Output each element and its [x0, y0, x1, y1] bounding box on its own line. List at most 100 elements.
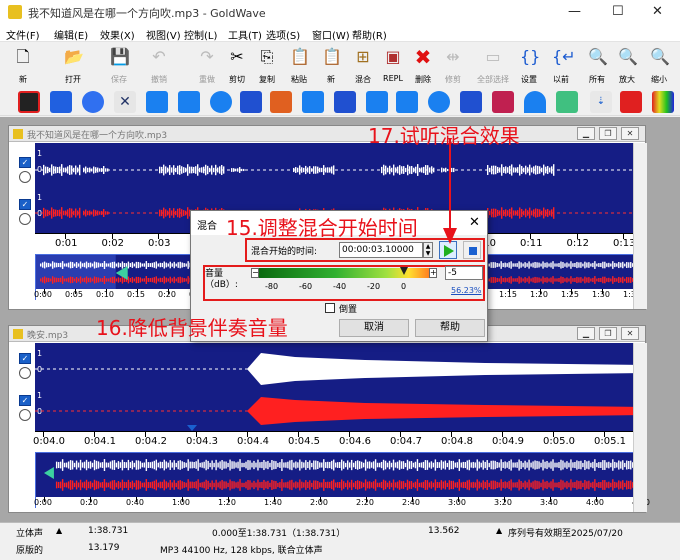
- dropdown-icon[interactable]: ▲: [56, 526, 62, 535]
- start-time-spinner[interactable]: ▲ ▼: [423, 242, 433, 258]
- arrow-left-icon[interactable]: [396, 91, 418, 113]
- window-title: 我不知道风是在哪一个方向吹.mp3 - GoldWave: [28, 7, 266, 20]
- ruler-label: 0:05.0: [543, 436, 575, 447]
- scale-tick-label: -40: [333, 282, 347, 291]
- ruler-label: 1:25: [561, 290, 579, 299]
- doc2-overview-wave: [43, 459, 646, 491]
- play-icon: [444, 245, 454, 257]
- spectrum-icon[interactable]: [524, 91, 546, 113]
- ruler-label: 0:20: [158, 290, 176, 299]
- cross-icon[interactable]: ✕: [114, 91, 136, 113]
- color-wheel-icon[interactable]: [270, 91, 292, 113]
- vertical-arrows-icon[interactable]: [428, 91, 450, 113]
- doc2-restore-button[interactable]: ❐: [599, 327, 617, 340]
- menu-file[interactable]: 文件(F): [6, 27, 40, 42]
- volume-increase-button[interactable]: +: [429, 268, 437, 278]
- menu-window[interactable]: 窗口(W): [312, 27, 350, 42]
- ruler-label: 0:11: [520, 238, 543, 249]
- right-channel-radio[interactable]: [19, 409, 31, 421]
- replace-icon: ▣: [385, 47, 401, 66]
- noise-reduce-icon[interactable]: [620, 91, 642, 113]
- start-time-input[interactable]: [339, 242, 423, 258]
- ruler-label: 1:20: [218, 498, 236, 507]
- open-button[interactable]: 📂 打开: [58, 44, 88, 86]
- doc1-minimize-button[interactable]: ▁: [577, 127, 595, 140]
- right-channel-checkbox[interactable]: ✓: [19, 395, 31, 406]
- ruler-label: 0:03: [148, 238, 171, 249]
- volume-decrease-button[interactable]: −: [251, 268, 259, 278]
- undo-button[interactable]: ↶ 撤销: [144, 44, 174, 86]
- right-channel-radio[interactable]: [19, 213, 31, 225]
- doc1-scrollbar[interactable]: [633, 143, 647, 309]
- maximize-icon[interactable]: ☐: [612, 4, 624, 19]
- equalizer-icon[interactable]: [460, 91, 482, 113]
- dropdown-icon[interactable]: ▲: [496, 526, 502, 535]
- doc2-title: 晚安.mp3: [27, 331, 69, 341]
- document-window-2[interactable]: 晚安.mp3 ▁ ❐ ✕ ✓ ✓ 1 0 1 0 0:04.0 0:04.1 0…: [8, 325, 650, 513]
- stop-preview-button[interactable]: [463, 241, 481, 259]
- new-button[interactable]: 🗋 新: [8, 44, 38, 86]
- trim-button[interactable]: ⇹ 修剪: [438, 44, 468, 86]
- volume-db-input[interactable]: [445, 266, 483, 280]
- menu-help[interactable]: 帮助(R): [352, 27, 387, 42]
- expand-icon[interactable]: [50, 91, 72, 113]
- gradient-icon[interactable]: [556, 91, 578, 113]
- help-button[interactable]: 帮助: [415, 319, 485, 337]
- cancel-button[interactable]: 取消: [339, 319, 409, 337]
- volume-slider[interactable]: [259, 267, 429, 278]
- pitch-icon[interactable]: [178, 91, 200, 113]
- marker-icon[interactable]: [187, 425, 197, 431]
- save-button[interactable]: 💾 保存: [104, 44, 134, 86]
- status-registration: 序列号有效期至2025/07/20: [508, 529, 623, 539]
- volume-percent-link[interactable]: 56.23%: [451, 286, 482, 295]
- menu-control[interactable]: 控制(L): [184, 27, 217, 42]
- minimize-icon[interactable]: —: [568, 4, 581, 19]
- doc1-restore-button[interactable]: ❐: [599, 127, 617, 140]
- ruler-label: 0:12: [566, 238, 589, 249]
- stop-effect-icon[interactable]: [18, 91, 40, 113]
- doc2-overview[interactable]: 0:00 0:20 0:40 1:00 1:20 1:40 2:00 2:20 2:40 3:00…: [34, 452, 650, 508]
- ruler-label: 0:04.0: [33, 436, 65, 447]
- reverb-icon[interactable]: [210, 91, 232, 113]
- reverse-label: 倒置: [339, 305, 358, 315]
- gear-effect-icon[interactable]: [240, 91, 262, 113]
- split-icon[interactable]: ⇣: [590, 91, 612, 113]
- ruler-label: 4:00: [586, 498, 604, 507]
- left-channel-radio[interactable]: [19, 367, 31, 379]
- ruler-label: 0:05.1: [594, 436, 626, 447]
- sphere-icon[interactable]: [82, 91, 104, 113]
- bars-icon[interactable]: [492, 91, 514, 113]
- status-channel: 立体声: [16, 529, 44, 539]
- menu-options[interactable]: 选项(S): [266, 27, 300, 42]
- doc2-waveform[interactable]: 1 0 1 0: [35, 343, 647, 431]
- doc2-scrollbar[interactable]: [633, 343, 647, 512]
- rainbow-icon[interactable]: [652, 91, 674, 113]
- right-channel-checkbox[interactable]: ✓: [19, 199, 31, 210]
- menu-bar: 文件(F) 编辑(E) 效果(X) 视图(V) 控制(L) 工具(T) 选项(S…: [0, 24, 680, 42]
- menu-effects[interactable]: 效果(X): [100, 27, 135, 42]
- menu-tools[interactable]: 工具(T): [228, 27, 262, 42]
- select-all-icon: ▭: [485, 47, 501, 66]
- select-all-button[interactable]: ▭ 全部选择: [477, 44, 509, 86]
- close-icon[interactable]: ✕: [652, 4, 663, 19]
- menu-view[interactable]: 视图(V): [146, 27, 181, 42]
- doc2-minimize-button[interactable]: ▁: [577, 327, 595, 340]
- ruler-label: 2:20: [356, 498, 374, 507]
- chart-icon[interactable]: [334, 91, 356, 113]
- arrow-right-icon[interactable]: [146, 91, 168, 113]
- dialog-close-icon[interactable]: ✕: [469, 215, 480, 230]
- compress-icon[interactable]: [302, 91, 324, 113]
- reverse-checkbox[interactable]: [325, 303, 335, 313]
- zoom-out-button[interactable]: 🔍 缩小: [644, 44, 674, 86]
- new-file-icon: 🗋: [16, 47, 30, 66]
- doc1-close-button[interactable]: ✕: [621, 127, 639, 140]
- doc2-close-button[interactable]: ✕: [621, 327, 639, 340]
- left-channel-checkbox[interactable]: ✓: [19, 353, 31, 364]
- previous-button[interactable]: {↵ 以前: [546, 44, 576, 86]
- left-channel-checkbox[interactable]: ✓: [19, 157, 31, 168]
- volume-slider-thumb[interactable]: [399, 267, 408, 275]
- menu-edit[interactable]: 编辑(E): [54, 27, 88, 42]
- left-channel-radio[interactable]: [19, 171, 31, 183]
- swap-icon[interactable]: [366, 91, 388, 113]
- goldwave-app-icon: [8, 5, 22, 19]
